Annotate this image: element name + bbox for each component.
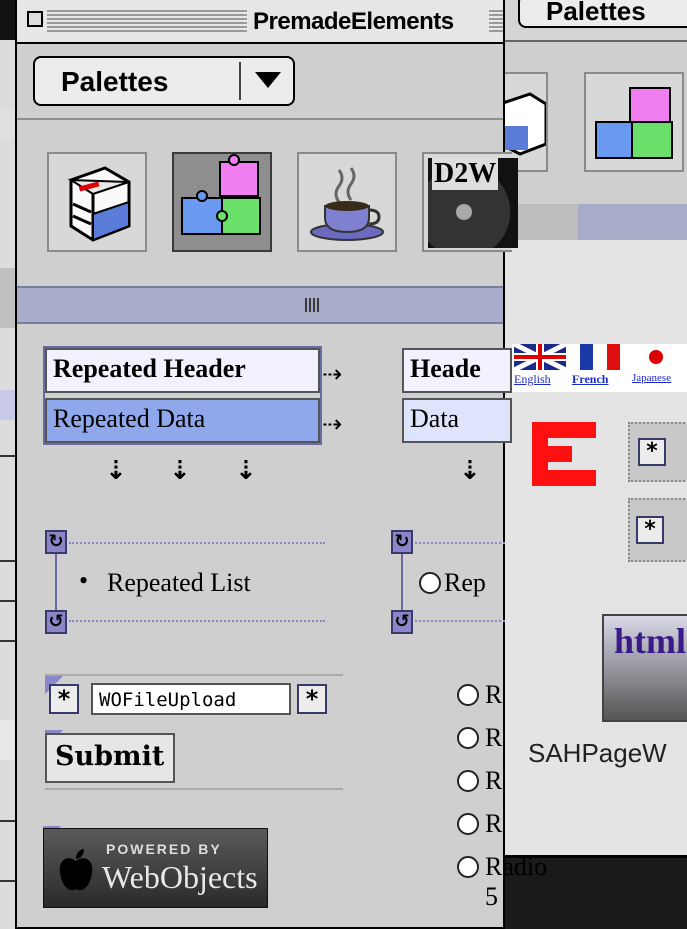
repeated-list-item[interactable]: Repeated List [107,568,251,598]
file-upload-field[interactable]: WOFileUpload [91,683,291,715]
repeated-data-cell-2[interactable]: Data [402,398,512,443]
dynamic-element-box-2[interactable]: * [628,498,687,562]
red-element-icon[interactable] [532,420,602,495]
close-box-icon[interactable] [27,11,43,27]
arrow-right-icon: ⇢ [322,410,343,438]
loop-dotline [415,620,505,622]
france-flag-icon [580,344,620,370]
asterisk-icon[interactable]: * [638,438,666,466]
puzzle-pieces-icon[interactable] [584,72,684,172]
html-component-icon[interactable]: html [602,614,687,722]
chevron-down-icon [255,72,281,88]
palettes-dropdown[interactable]: Palettes [33,56,295,106]
list-bullet: • [79,566,89,595]
uk-flag-icon [514,344,566,370]
window-title: PremadeElements [249,8,458,36]
arrow-down-icon: ⇣ [235,456,257,486]
component-label: SAHPageW [528,738,667,768]
repetition-frame [43,346,322,445]
asterisk-icon[interactable]: * [636,516,664,544]
form-divider [45,788,343,790]
pane-splitter[interactable] [17,286,503,324]
radio-button[interactable] [457,684,479,706]
japanese-link[interactable]: Japanese [632,372,671,384]
dropdown-separator [239,62,241,100]
loop-line [401,554,403,610]
apple-logo-icon [59,849,93,891]
radio-button[interactable] [457,856,479,878]
submit-button[interactable]: Submit [45,733,175,783]
premade-elements-window[interactable]: PremadeElements Palettes D2W Repeated He… [15,0,547,929]
d2w-label: D2W [432,158,499,190]
radio-button[interactable] [457,813,479,835]
english-link[interactable]: English [514,372,551,387]
radio-label-5: Radio 5 [485,852,548,911]
arrow-down-icon: ⇣ [105,456,127,486]
radio-button[interactable] [457,770,479,792]
asterisk-icon[interactable]: * [297,684,327,714]
second-window[interactable]: Palettes English French Japanese * * htm… [495,0,687,858]
repeated-header-cell-2[interactable]: Heade [402,348,512,393]
loop-start-icon[interactable]: ↻ [391,530,413,554]
arrow-down-icon: ⇣ [169,456,191,486]
loop-line [55,554,57,610]
loop-dotline [415,542,505,544]
language-flags: English French Japanese [512,344,687,392]
radio-label: R [485,723,503,752]
loop-dotline [69,542,325,544]
radio-label: R [485,766,503,795]
form-divider [45,674,343,676]
arrow-right-icon: ⇢ [322,360,343,388]
database-cube-icon[interactable] [47,152,147,252]
powered-by-webobjects-badge[interactable]: POWERED BY WebObjects [43,828,268,908]
dynamic-element-box[interactable]: * [628,422,687,482]
repeated-radio-label: Rep [444,568,486,597]
radio-label: R [485,809,503,838]
splitter-grip-icon[interactable] [305,298,319,312]
japan-flag-icon [636,344,676,370]
arrow-down-icon: ⇣ [459,456,481,486]
loop-end-icon[interactable]: ↺ [391,610,413,634]
html-label: html [614,621,686,661]
titlebar-stripes [47,10,247,32]
radio-button[interactable] [457,727,479,749]
java-coffee-cup-icon[interactable] [297,152,397,252]
titlebar-stripes [489,10,503,32]
divider [17,118,503,120]
dropdown-label: Palettes [61,66,169,97]
loop-dotline [69,620,325,622]
french-link[interactable]: French [572,372,608,387]
second-palettes-button[interactable]: Palettes [518,0,687,28]
radio-label: R [485,680,503,709]
webobjects-label: WebObjects [102,859,258,895]
d2w-web-icon[interactable]: D2W [422,152,518,252]
loop-end-icon[interactable]: ↺ [45,610,67,634]
puzzle-pieces-icon[interactable] [172,152,272,252]
asterisk-icon[interactable]: * [49,684,79,714]
radio-button[interactable] [419,572,441,594]
loop-start-icon[interactable]: ↻ [45,530,67,554]
powered-by-label: POWERED BY [106,841,222,857]
